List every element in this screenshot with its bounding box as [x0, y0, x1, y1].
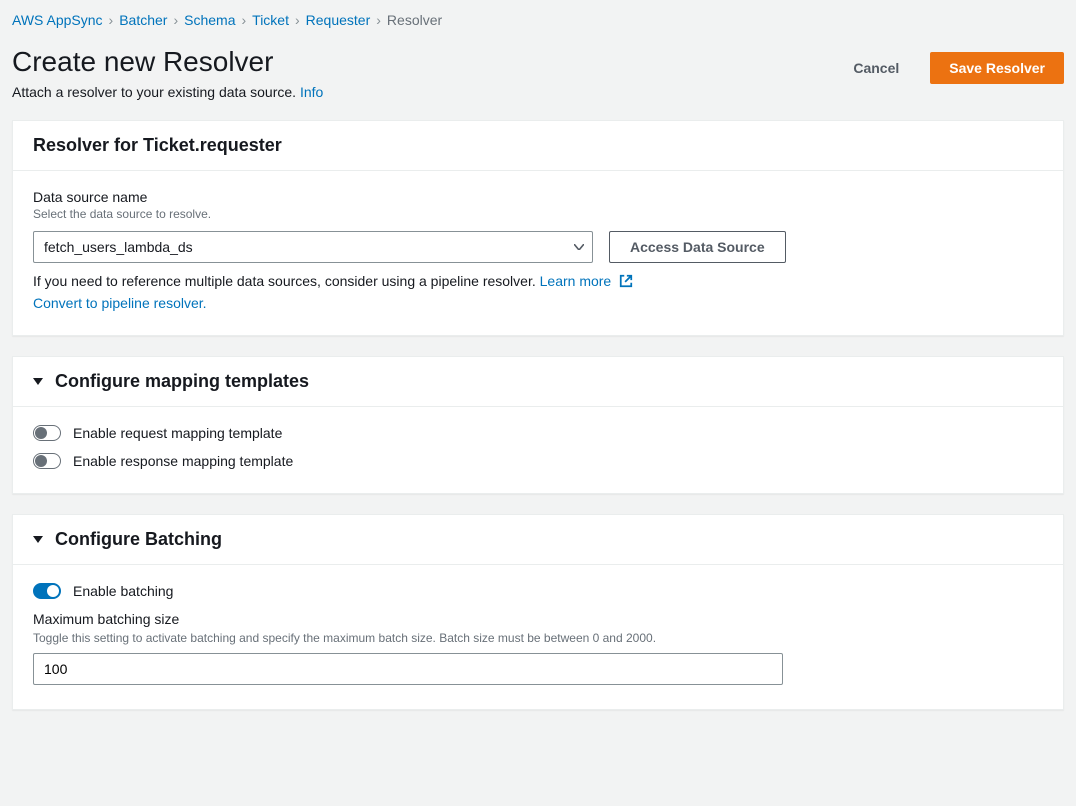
batch-size-hint: Toggle this setting to activate batching…: [33, 631, 1043, 645]
response-mapping-label: Enable response mapping template: [73, 453, 293, 469]
batching-title: Configure Batching: [55, 529, 222, 550]
data-source-label: Data source name: [33, 189, 1043, 205]
save-resolver-button[interactable]: Save Resolver: [930, 52, 1064, 84]
page-subtitle: Attach a resolver to your existing data …: [12, 84, 323, 100]
convert-pipeline-link[interactable]: Convert to pipeline resolver.: [33, 295, 1043, 311]
batching-panel: Configure Batching Enable batching Maxim…: [12, 514, 1064, 710]
breadcrumb-item[interactable]: AWS AppSync: [12, 12, 103, 28]
breadcrumb-item[interactable]: Requester: [306, 12, 371, 28]
pipeline-help-text: If you need to reference multiple data s…: [33, 273, 1043, 291]
page-header: Create new Resolver Attach a resolver to…: [12, 46, 1064, 100]
header-actions: Cancel Save Resolver: [834, 52, 1064, 84]
external-link-icon: [619, 274, 633, 291]
mapping-templates-header[interactable]: Configure mapping templates: [13, 357, 1063, 407]
breadcrumb: AWS AppSync › Batcher › Schema › Ticket …: [12, 12, 1064, 28]
batch-size-input[interactable]: [33, 653, 783, 685]
data-source-hint: Select the data source to resolve.: [33, 207, 1043, 221]
access-data-source-button[interactable]: Access Data Source: [609, 231, 786, 263]
chevron-right-icon: ›: [109, 12, 114, 28]
chevron-right-icon: ›: [376, 12, 381, 28]
disclose-triangle-icon: [33, 536, 43, 543]
batching-header[interactable]: Configure Batching: [13, 515, 1063, 565]
data-source-selected-value: fetch_users_lambda_ds: [44, 239, 193, 255]
mapping-templates-panel: Configure mapping templates Enable reque…: [12, 356, 1064, 494]
page-title: Create new Resolver: [12, 46, 323, 78]
request-mapping-toggle[interactable]: [33, 425, 61, 441]
learn-more-link[interactable]: Learn more: [540, 273, 612, 289]
response-mapping-toggle[interactable]: [33, 453, 61, 469]
data-source-select[interactable]: fetch_users_lambda_ds: [33, 231, 593, 263]
resolver-panel: Resolver for Ticket.requester Data sourc…: [12, 120, 1064, 336]
enable-batching-toggle[interactable]: [33, 583, 61, 599]
batch-size-label: Maximum batching size: [33, 611, 1043, 627]
breadcrumb-current: Resolver: [387, 12, 442, 28]
breadcrumb-item[interactable]: Batcher: [119, 12, 167, 28]
subtitle-text: Attach a resolver to your existing data …: [12, 84, 296, 100]
breadcrumb-item[interactable]: Schema: [184, 12, 235, 28]
chevron-right-icon: ›: [295, 12, 300, 28]
chevron-right-icon: ›: [173, 12, 178, 28]
cancel-button[interactable]: Cancel: [834, 52, 918, 84]
breadcrumb-item[interactable]: Ticket: [252, 12, 289, 28]
help-prefix: If you need to reference multiple data s…: [33, 273, 540, 289]
caret-down-icon: [574, 244, 584, 250]
resolver-panel-title: Resolver for Ticket.requester: [13, 121, 1063, 171]
chevron-right-icon: ›: [241, 12, 246, 28]
disclose-triangle-icon: [33, 378, 43, 385]
info-link[interactable]: Info: [300, 84, 323, 100]
request-mapping-label: Enable request mapping template: [73, 425, 282, 441]
mapping-templates-title: Configure mapping templates: [55, 371, 309, 392]
enable-batching-label: Enable batching: [73, 583, 173, 599]
